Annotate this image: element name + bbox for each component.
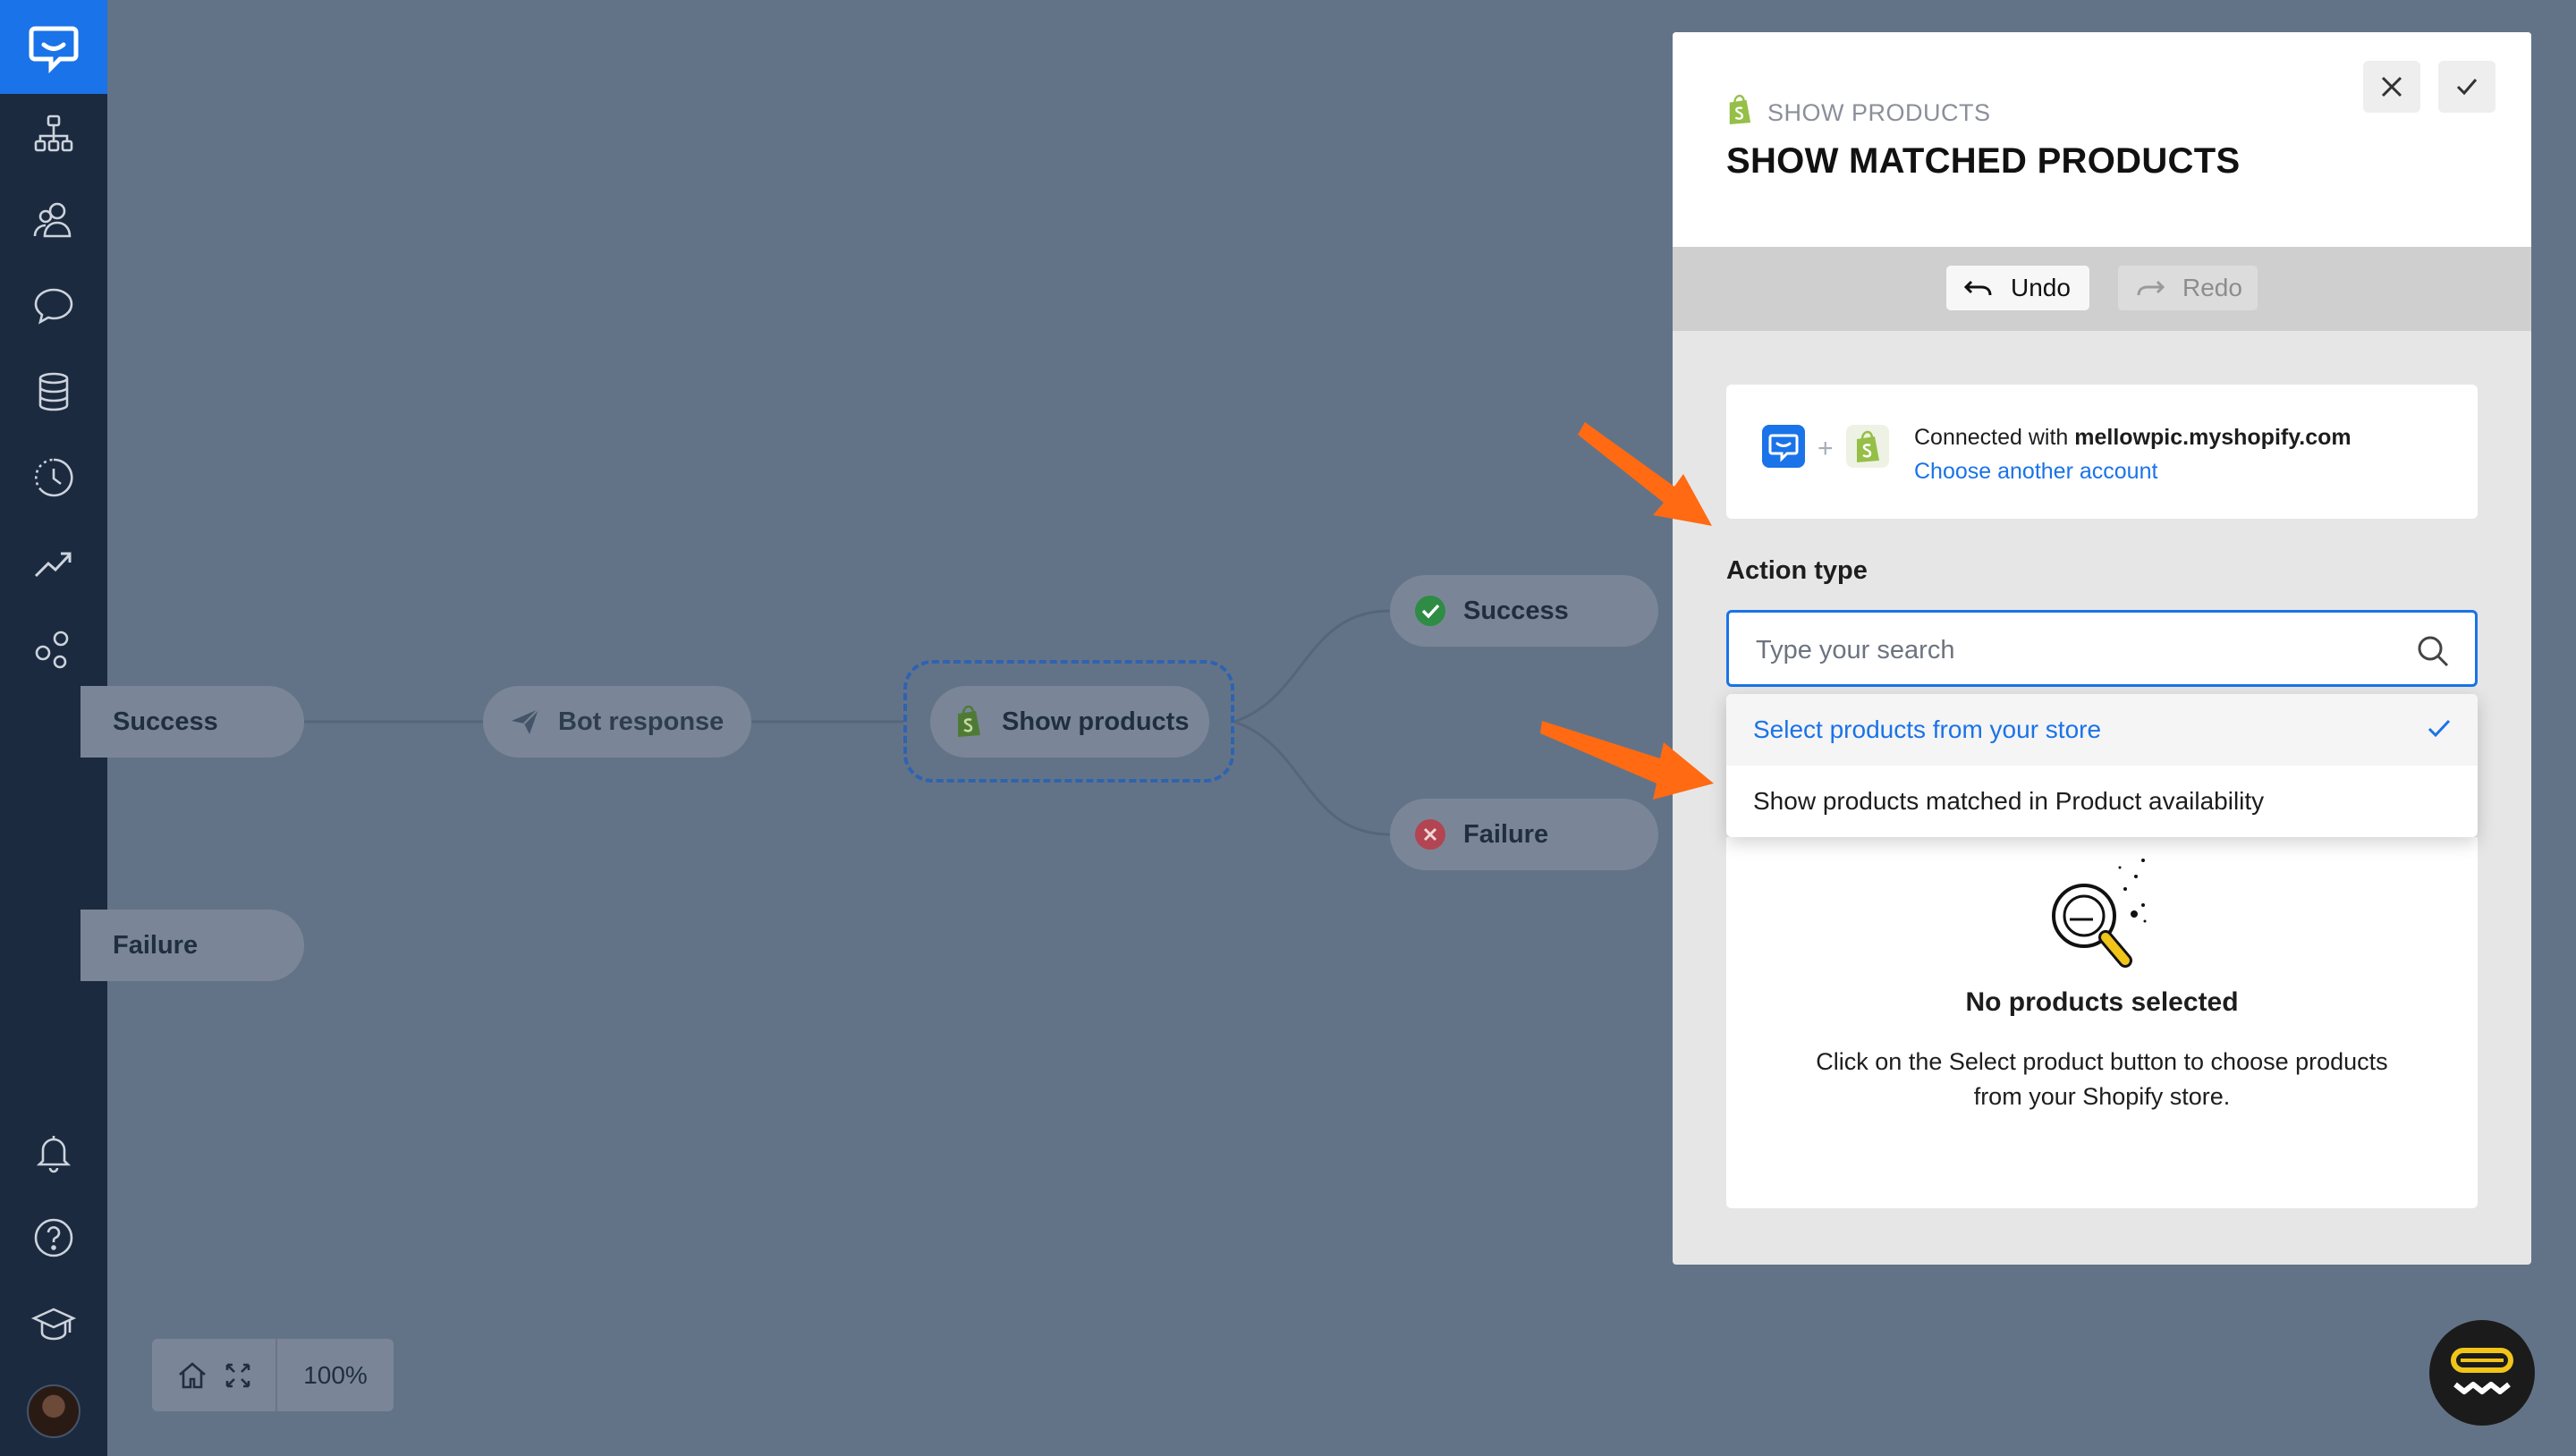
undo-label: Undo	[2011, 274, 2071, 301]
undo-button[interactable]: Undo	[1946, 266, 2089, 310]
action-type-search[interactable]	[1726, 610, 2478, 687]
node-success-left[interactable]: Success	[80, 686, 304, 758]
option-label: Show products matched in Product availab…	[1753, 787, 2265, 815]
chatbot-icon	[1762, 425, 1805, 472]
history-toolbar: Undo Redo	[1673, 247, 2531, 331]
confirm-button[interactable]	[2438, 61, 2496, 113]
close-button[interactable]	[2363, 61, 2420, 113]
option-select-products[interactable]: Select products from your store	[1726, 694, 2478, 766]
action-type-search-input[interactable]	[1756, 631, 2382, 670]
node-show-products[interactable]: Show products	[930, 686, 1209, 758]
panel-kicker: SHOW PRODUCTS	[1726, 94, 1991, 131]
panel-header: SHOW PRODUCTS SHOW MATCHED PRODUCTS	[1673, 32, 2531, 247]
node-bot-response[interactable]: Bot response	[483, 686, 751, 758]
option-label: Select products from your store	[1753, 715, 2102, 743]
node-failure-right[interactable]: Failure	[1390, 799, 1658, 870]
panel-kicker-text: SHOW PRODUCTS	[1767, 99, 1991, 126]
redo-icon	[2137, 280, 2165, 296]
node-success-right[interactable]: Success	[1390, 575, 1658, 647]
node-settings-panel: SHOW PRODUCTS SHOW MATCHED PRODUCTS Undo…	[1673, 32, 2531, 1265]
shopify-icon	[952, 705, 986, 739]
connected-store: mellowpic.myshopify.com	[2074, 425, 2351, 450]
selected-check-icon	[2426, 715, 2453, 749]
choose-another-account-link[interactable]: Choose another account	[1914, 459, 2157, 484]
zoom-level: 100%	[303, 1360, 368, 1389]
redo-button[interactable]: Redo	[2118, 266, 2258, 310]
magnifier-illustration-icon	[2039, 855, 2165, 994]
annotation-arrow-icon	[1540, 721, 1714, 800]
redo-label: Redo	[2182, 274, 2242, 301]
connection-text: Connected with mellowpic.myshopify.com C…	[1914, 420, 2351, 488]
shopify-icon	[1845, 425, 1889, 472]
shopify-icon	[1726, 94, 1753, 131]
plus-icon: +	[1818, 433, 1834, 463]
helper-widget-icon[interactable]	[2429, 1320, 2535, 1426]
zoom-controls: 100%	[152, 1339, 394, 1411]
home-icon[interactable]	[165, 1339, 220, 1411]
send-icon	[508, 705, 542, 739]
node-label: Failure	[113, 930, 199, 960]
fit-screen-icon[interactable]	[220, 1339, 256, 1411]
panel-title: SHOW MATCHED PRODUCTS	[1726, 141, 2241, 181]
empty-products-card: No products selected Click on the Select…	[1726, 837, 2478, 1208]
node-label: Success	[1463, 596, 1569, 625]
close-icon	[2381, 76, 2402, 97]
node-label: Success	[113, 707, 218, 736]
search-icon	[2416, 634, 2450, 673]
connection-icons: +	[1762, 425, 1889, 472]
annotation-arrow-icon	[1578, 422, 1712, 526]
check-icon	[2456, 79, 2478, 96]
success-check-icon	[1413, 594, 1447, 628]
option-show-matched-products[interactable]: Show products matched in Product availab…	[1726, 766, 2478, 837]
empty-title: No products selected	[1965, 987, 2239, 1017]
node-failure-left[interactable]: Failure	[80, 910, 304, 981]
failure-x-icon	[1413, 817, 1447, 851]
connection-prefix: Connected with	[1914, 425, 2075, 450]
node-label: Failure	[1463, 819, 1549, 849]
undo-icon	[1964, 280, 1992, 296]
connection-card: + Connected with mellowpic.myshopify.com…	[1726, 385, 2478, 519]
node-label: Bot response	[558, 707, 724, 736]
node-label: Show products	[1002, 707, 1190, 736]
empty-description: Click on the Select product button to ch…	[1816, 1048, 2388, 1110]
action-type-dropdown: Select products from your store Show pro…	[1726, 694, 2478, 837]
action-type-label: Action type	[1726, 556, 1868, 585]
